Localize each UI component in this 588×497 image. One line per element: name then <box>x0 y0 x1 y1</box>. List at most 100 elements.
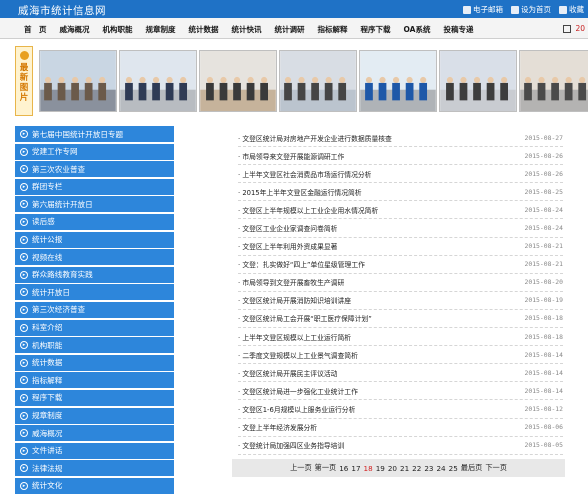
sidebar-item[interactable]: ▸ 第六届统计开放日 <box>15 196 174 213</box>
sidebar-item[interactable]: ▸ 第七届中国统计开放日专题 <box>15 126 174 142</box>
news-title-link[interactable]: · 2015年上半年文登区金融运行情况简析 <box>238 187 362 197</box>
page-number-link[interactable]: 16 <box>339 464 348 473</box>
sidebar-item[interactable]: ▸ 视频在线 <box>15 249 174 266</box>
page-number-link[interactable]: 18 <box>364 464 373 473</box>
sidebar-item[interactable]: ▸ 威海概况 <box>15 425 174 442</box>
news-title-link[interactable]: · 二季度文登规模以上工业景气调查简析 <box>238 350 358 360</box>
page-number-link[interactable]: 22 <box>412 464 421 473</box>
nav-item[interactable]: 威海概况 <box>60 24 90 35</box>
news-title-link[interactable]: · 文登区统计局对房地产开发企业进行数据质量核查 <box>238 133 392 143</box>
nav-item[interactable]: 程序下载 <box>361 24 391 35</box>
nav-item[interactable]: 统计数据 <box>189 24 219 35</box>
page-number-link[interactable]: 19 <box>376 464 385 473</box>
gallery-photo[interactable] <box>119 50 197 112</box>
sidebar-item[interactable]: ▸ 群众路线教育实践 <box>15 266 174 283</box>
arrow-circle-icon: ▸ <box>20 165 28 174</box>
gallery-photo[interactable] <box>39 50 117 112</box>
news-title-link[interactable]: · 文登：扎实做好“四上”单位星级管理工作 <box>238 259 365 269</box>
sidebar-item[interactable]: ▸ 科室介绍 <box>15 319 174 336</box>
sidebar-item[interactable]: ▸ 规章制度 <box>15 407 174 424</box>
news-row: · 文登区统计局对房地产开发企业进行数据质量核查 2015-08-27 <box>238 129 563 148</box>
news-title-link[interactable]: · 文登区统计局开展消防知识培训讲座 <box>238 295 351 305</box>
news-title-link[interactable]: · 上半年文登区社会消费品市场运行情况分析 <box>238 169 371 179</box>
sidebar-item[interactable]: ▸ 机构职能 <box>15 337 174 354</box>
sidebar-item[interactable]: ▸ 统计开放日 <box>15 284 174 301</box>
prev-page-link[interactable]: 上一页 <box>290 463 312 473</box>
sidebar-item[interactable]: ▸ 统计公报 <box>15 231 174 248</box>
email-link[interactable]: 电子邮箱 <box>463 4 503 15</box>
arrow-circle-icon: ▸ <box>20 305 28 314</box>
sidebar-item[interactable]: ▸ 程序下载 <box>15 389 174 406</box>
news-title-link[interactable]: · 文登统计局加强四区业务指导培训 <box>238 440 344 450</box>
sidebar-item[interactable]: ▸ 读后感 <box>15 213 174 230</box>
nav-item[interactable]: OA系统 <box>404 24 431 35</box>
page-number-link[interactable]: 25 <box>449 464 458 473</box>
news-title-link[interactable]: · 上半年文登区规模以上工业运行简析 <box>238 332 351 342</box>
news-title-link[interactable]: · 市局领导到文登开展畜牧生产调研 <box>238 277 344 287</box>
news-row: · 文登统计局加强四区业务指导培训 2015-08-05 <box>238 437 563 455</box>
news-title-text: 文登：扎实做好“四上”单位星级管理工作 <box>242 261 365 270</box>
news-title-link[interactable]: · 文登区上半年利用外资成果显著 <box>238 241 337 251</box>
set-homepage-link[interactable]: 设为首页 <box>511 4 551 15</box>
news-title-text: 文登区统计局工会开展“职工医疗保障计划” <box>242 315 372 324</box>
news-title-link[interactable]: · 文登区1-6月规模以上服务业运行分析 <box>238 404 355 414</box>
news-date: 2015-08-24 <box>524 205 563 214</box>
news-title-text: 市局领导到文登开展畜牧生产调研 <box>242 279 345 288</box>
gallery-photo[interactable] <box>359 50 437 112</box>
sidebar-item[interactable]: ▸ 统计数据 <box>15 354 174 371</box>
news-title-text: 2015年上半年文登区金融运行情况简析 <box>242 188 362 197</box>
news-title-link[interactable]: · 文登区工业企业家调查问卷简析 <box>238 223 337 233</box>
main-nav: 首 页 威海概况 机构职能 规章制度 统计数据 统计快讯 统计调研 指标解释 程序下载 OA系统 投… <box>0 18 588 39</box>
nav-item[interactable]: 指标解释 <box>318 24 348 35</box>
news-list: · 文登区统计局对房地产开发企业进行数据质量核查 2015-08-27 · 市局领导… <box>238 129 563 455</box>
page-number-link[interactable]: 20 <box>388 464 397 473</box>
nav-item[interactable]: 规章制度 <box>146 24 176 35</box>
sidebar-item[interactable]: ▸ 文件讲话 <box>15 442 174 459</box>
news-title-link[interactable]: · 文登区统计局进一步强化工业统计工作 <box>238 386 358 396</box>
nav-item[interactable]: 统计快讯 <box>232 24 262 35</box>
news-title-link[interactable]: · 文登区统计局开展民主评议活动 <box>238 368 337 378</box>
favorite-link[interactable]: 收藏 <box>559 4 584 15</box>
sidebar-item[interactable]: ▸ 第三次农业普查 <box>15 161 174 178</box>
sidebar-item[interactable]: ▸ 群团专栏 <box>15 178 174 195</box>
sidebar-item[interactable]: ▸ 法律法规 <box>15 460 174 477</box>
next-page-link[interactable]: 下一页 <box>485 463 507 473</box>
news-title-text: 文登区统计局进一步强化工业统计工作 <box>242 387 358 396</box>
nav-item[interactable]: 首 页 <box>24 24 47 35</box>
news-title-text: 文登区统计局开展民主评议活动 <box>242 369 338 378</box>
arrow-circle-icon: ▸ <box>20 253 28 262</box>
page-number-link[interactable]: 21 <box>400 464 409 473</box>
news-row: · 文登区上半年规模以上工业企业用水情况简析 2015-08-24 <box>238 201 563 220</box>
nav-item[interactable]: 机构职能 <box>103 24 133 35</box>
last-page-link[interactable]: 最后页 <box>461 463 483 473</box>
sidebar-item[interactable]: ▸ 指标解释 <box>15 372 174 389</box>
news-title-link[interactable]: · 文登上半年经济发展分析 <box>238 422 317 432</box>
news-title-link[interactable]: · 文登区上半年规模以上工业企业用水情况简析 <box>238 205 378 215</box>
news-title-link[interactable]: · 市局领导来文登开展能源调研工作 <box>238 151 344 161</box>
page-number-link[interactable]: 24 <box>436 464 445 473</box>
news-row: · 文登区上半年利用外资成果显著 2015-08-21 <box>238 238 563 256</box>
favorite-label: 收藏 <box>569 5 584 14</box>
sidebar-item-label: 文件讲话 <box>32 446 63 456</box>
arrow-circle-icon: ▸ <box>20 411 28 420</box>
sidebar-item[interactable]: ▸ 党建工作专网 <box>15 143 174 160</box>
gallery-photo[interactable] <box>439 50 517 112</box>
first-page-link[interactable]: 第一页 <box>315 463 337 473</box>
news-title-link[interactable]: · 文登区统计局工会开展“职工医疗保障计划” <box>238 313 372 323</box>
news-title-text: 文登上半年经济发展分析 <box>242 424 318 433</box>
news-date: 2015-08-26 <box>524 169 563 178</box>
page-number-link[interactable]: 23 <box>424 464 433 473</box>
gallery-photo[interactable] <box>279 50 357 112</box>
top-links: 电子邮箱 设为首页 收藏 <box>463 4 584 15</box>
gallery-photo[interactable] <box>519 50 588 112</box>
news-row: · 上半年文登区规模以上工业运行简析 2015-08-18 <box>238 328 563 347</box>
nav-item[interactable]: 统计调研 <box>275 24 305 35</box>
sidebar-item[interactable]: ▸ 统计文化 <box>15 477 174 494</box>
page-number-link[interactable]: 17 <box>351 464 360 473</box>
gallery-photo[interactable] <box>199 50 277 112</box>
arrow-circle-icon: ▸ <box>20 341 28 350</box>
arrow-circle-icon: ▸ <box>20 235 28 244</box>
nav-item[interactable]: 投稿专递 <box>443 24 473 35</box>
news-row: · 二季度文登规模以上工业景气调查简析 2015-08-14 <box>238 346 563 365</box>
sidebar-item[interactable]: ▸ 第三次经济普查 <box>15 301 174 318</box>
